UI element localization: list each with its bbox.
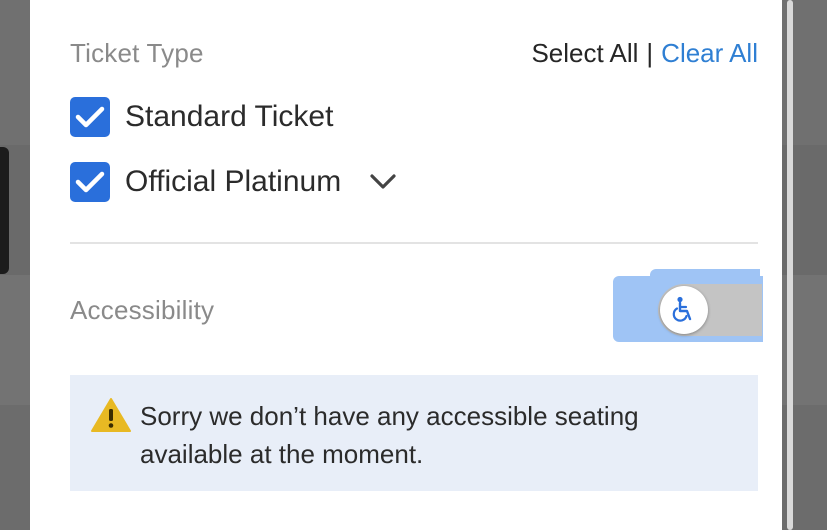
official-platinum-checkbox[interactable] — [70, 162, 110, 202]
link-separator: | — [646, 38, 654, 68]
accessibility-alert: Sorry we don’t have any accessible seati… — [70, 375, 758, 491]
standard-ticket-checkbox[interactable] — [70, 97, 110, 137]
section-divider — [70, 242, 758, 244]
wheelchair-icon — [672, 296, 692, 322]
standard-ticket-label[interactable]: Standard Ticket — [125, 100, 333, 134]
ticket-option-standard: Standard Ticket — [70, 97, 333, 137]
select-all-link[interactable]: Select All — [531, 38, 638, 68]
filter-panel: Ticket Type Select All | Clear All Standar… — [30, 0, 782, 530]
alert-message: Sorry we don’t have any accessible seati… — [140, 401, 639, 469]
scrollbar[interactable] — [787, 0, 793, 530]
toggle-knob[interactable] — [660, 286, 708, 334]
official-platinum-label[interactable]: Official Platinum — [125, 165, 341, 199]
clear-all-link[interactable]: Clear All — [661, 38, 758, 68]
accessibility-heading: Accessibility — [70, 295, 215, 325]
warning-icon — [91, 398, 131, 432]
check-icon — [75, 106, 105, 128]
ticket-type-heading: Ticket Type — [70, 38, 204, 68]
check-icon — [75, 171, 105, 193]
background-card-edge — [0, 147, 9, 274]
select-clear-controls: Select All | Clear All — [531, 38, 758, 69]
platinum-expand-button[interactable] — [369, 172, 397, 192]
chevron-down-icon — [370, 174, 396, 189]
ticket-option-platinum: Official Platinum — [70, 162, 397, 202]
